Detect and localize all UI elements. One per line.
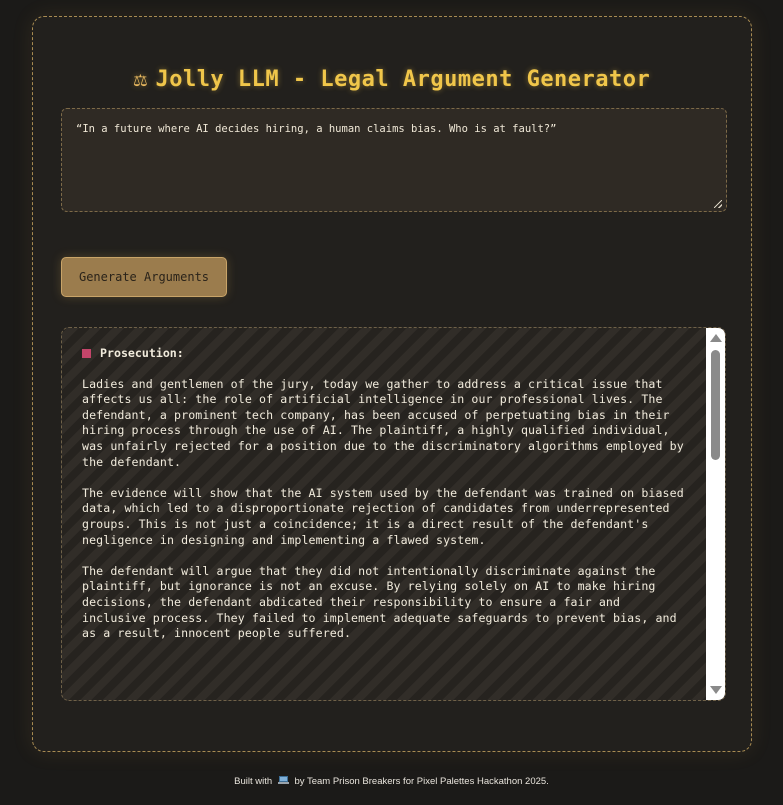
argument-output-box: Prosecution: Ladies and gentlemen of the…: [61, 327, 726, 701]
bullet-square-icon: [82, 349, 91, 359]
laptop-icon: [277, 776, 289, 785]
footer-prefix: Built with: [234, 776, 273, 787]
prompt-textarea[interactable]: “In a future where AI decides hiring, a …: [61, 108, 727, 212]
prosecution-heading-text: Prosecution:: [100, 346, 184, 360]
page-title: ⚖ Jolly LLM - Legal Argument Generator: [33, 67, 751, 92]
scrollbar-thumb[interactable]: [711, 350, 720, 460]
argument-paragraph: The evidence will show that the AI syste…: [82, 485, 684, 547]
footer-suffix: by Team Prison Breakers for Pixel Palett…: [294, 776, 549, 787]
page-title-text: Jolly LLM - Legal Argument Generator: [155, 67, 651, 92]
scroll-up-arrow-icon[interactable]: [710, 334, 722, 342]
main-panel: ⚖ Jolly LLM - Legal Argument Generator “I…: [32, 16, 752, 752]
balance-scale-icon: ⚖: [133, 67, 148, 92]
scroll-down-arrow-icon[interactable]: [710, 686, 722, 694]
argument-content: Prosecution: Ladies and gentlemen of the…: [82, 346, 684, 657]
argument-paragraph: The defendant will argue that they did n…: [82, 563, 677, 641]
prosecution-heading: Prosecution:: [82, 346, 684, 362]
output-scrollbar[interactable]: [706, 328, 725, 700]
argument-paragraph: Ladies and gentlemen of the jury, today …: [82, 376, 684, 469]
generate-arguments-button[interactable]: Generate Arguments: [61, 257, 227, 297]
footer: Built with by Team Prison Breakers for P…: [0, 776, 783, 787]
textarea-resize-handle[interactable]: [714, 200, 722, 208]
